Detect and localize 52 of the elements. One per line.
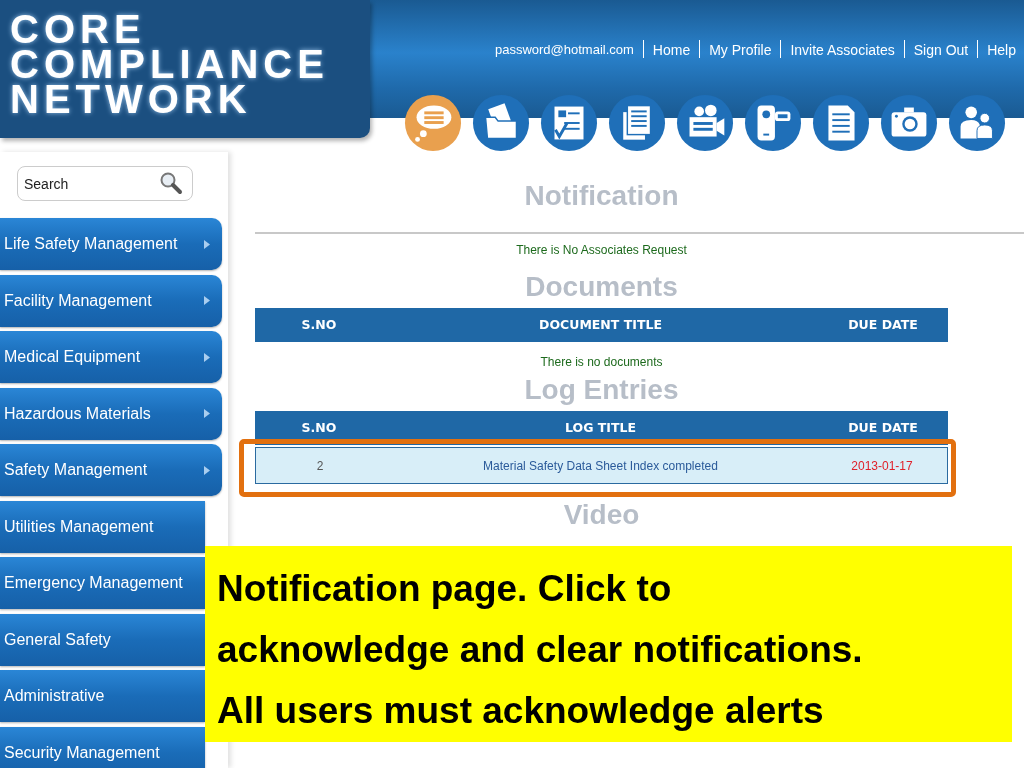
nav-link[interactable]: My Profile: [699, 40, 781, 58]
status-message: There is No Associates Request: [515, 242, 688, 258]
logo-text: NETWORK: [10, 82, 252, 117]
chat-bubble-icon[interactable]: [404, 94, 462, 152]
logo-text: COMPLIANCE: [10, 47, 329, 82]
sidebar-item[interactable]: General Safety: [0, 613, 205, 666]
table-row[interactable]: 2 Material Safety Data Sheet Index completed 2013-01-17: [255, 447, 948, 484]
table-cell-text: 2: [315, 457, 325, 475]
chevron-icon: [204, 296, 210, 305]
checklist-icon[interactable]: [540, 94, 598, 152]
table-cell-text: 2013-01-17: [850, 457, 914, 475]
sidebar-item[interactable]: Utilities Management: [0, 500, 205, 553]
sidebar-item[interactable]: Life Safety Management: [0, 218, 222, 270]
nav-link[interactable]: Invite Associates: [780, 40, 904, 58]
nav-link[interactable]: Help: [977, 40, 1016, 58]
camcorder-icon[interactable]: [744, 94, 802, 152]
document-icon[interactable]: [812, 94, 870, 152]
nav-link[interactable]: Sign Out: [903, 40, 978, 58]
table-cell-text: Material Safety Data Sheet Index completed: [482, 457, 719, 475]
chevron-icon: [204, 352, 210, 362]
column-header: S.NO: [300, 315, 338, 334]
sidebar-item[interactable]: Safety Management: [0, 444, 222, 496]
people-icon[interactable]: [948, 94, 1006, 152]
column-header: S.NO: [300, 418, 338, 437]
column-header: DUE DATE: [847, 315, 919, 334]
sidebar-item[interactable]: Medical Equipment: [0, 331, 222, 383]
folder-icon[interactable]: [472, 94, 530, 152]
nav-link[interactable]: Home: [642, 40, 700, 58]
chevron-icon: [204, 409, 210, 418]
sidebar-item[interactable]: Facility Management: [0, 274, 222, 327]
sidebar-item[interactable]: Hazardous Materials: [0, 387, 222, 440]
chevron-icon: [204, 465, 210, 475]
chevron-icon: [204, 239, 210, 249]
search-field[interactable]: Search: [17, 166, 193, 201]
status-message: There is no documents: [539, 354, 664, 370]
account-email: password@hotmail.com: [494, 41, 635, 58]
column-header: DUE DATE: [847, 418, 919, 437]
section-heading: Notification: [523, 180, 680, 212]
search-icon[interactable]: [159, 171, 183, 195]
sidebar-item[interactable]: Administrative: [0, 670, 205, 722]
section-heading: Video: [562, 499, 641, 531]
annotation-callout: Notification page. Click to acknowledge and clear notifications. All users must acknowledge alerts: [205, 546, 1012, 742]
sidebar-item[interactable]: Security Management: [0, 726, 205, 768]
section-heading: Log Entries: [523, 374, 680, 406]
column-header: DOCUMENT TITLE: [538, 315, 663, 334]
column-header: LOG TITLE: [564, 418, 637, 437]
section-heading: Documents: [524, 271, 679, 303]
sidebar-item[interactable]: Emergency Management: [0, 557, 205, 609]
pages-icon[interactable]: [608, 94, 666, 152]
camera-icon[interactable]: [880, 94, 938, 152]
logo-text: CORE: [10, 12, 146, 47]
movie-camera-icon[interactable]: [676, 94, 734, 152]
